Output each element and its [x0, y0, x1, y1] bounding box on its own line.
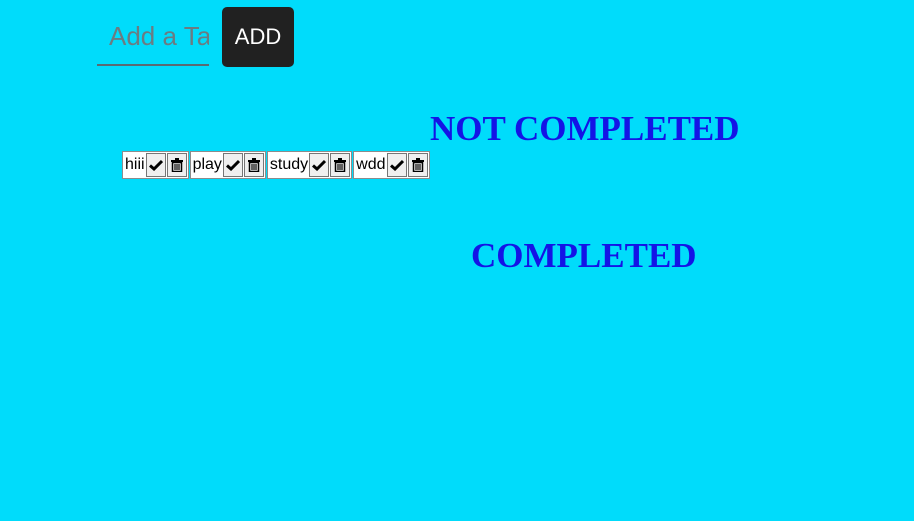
check-icon: [389, 159, 404, 171]
task-item: play: [189, 151, 266, 179]
trash-icon: [247, 158, 260, 172]
delete-task-button[interactable]: [243, 153, 264, 177]
task-input[interactable]: [97, 8, 209, 66]
check-icon: [225, 159, 240, 171]
task-text: wdd: [356, 156, 386, 173]
task-text: study: [269, 156, 309, 173]
task-list: hiii play study wdd: [122, 151, 430, 179]
task-item: wdd: [353, 151, 430, 179]
todo-app: ADD hiii play: [0, 0, 914, 521]
task-text: hiii: [125, 156, 145, 173]
delete-task-button[interactable]: [407, 153, 428, 177]
trash-icon: [170, 158, 183, 172]
task-item: hiii: [122, 151, 189, 179]
task-text: play: [192, 156, 222, 173]
delete-task-button[interactable]: [166, 153, 187, 177]
check-icon: [312, 159, 327, 171]
completed-heading: COMPLETED: [471, 236, 697, 275]
trash-icon: [411, 158, 424, 172]
complete-task-button[interactable]: [309, 153, 330, 177]
check-icon: [148, 159, 163, 171]
complete-task-button[interactable]: [222, 153, 243, 177]
complete-task-button[interactable]: [386, 153, 407, 177]
delete-task-button[interactable]: [330, 153, 351, 177]
task-item: study: [266, 151, 353, 179]
trash-icon: [334, 158, 347, 172]
add-button[interactable]: ADD: [222, 7, 294, 67]
complete-task-button[interactable]: [145, 153, 166, 177]
not-completed-heading: NOT COMPLETED: [430, 109, 740, 148]
